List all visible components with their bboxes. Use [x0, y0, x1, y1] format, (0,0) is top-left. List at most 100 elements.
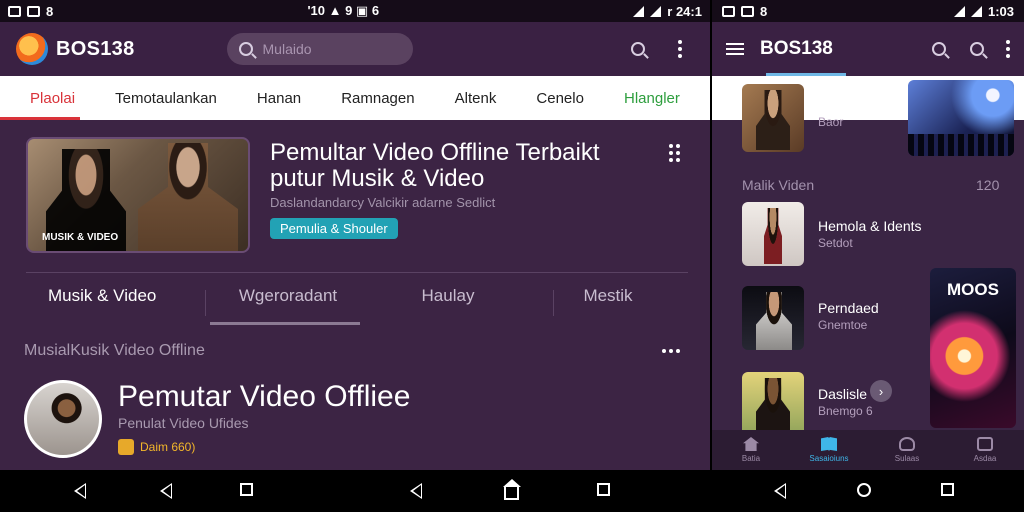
overflow-menu-button[interactable] [666, 35, 694, 63]
status-time: r 24:1 [667, 3, 702, 19]
status-left-number: 8 [46, 3, 54, 19]
divider [26, 272, 688, 273]
brand-name: BOS138 [56, 37, 135, 60]
list-item-subtitle: Bnemgo 6 [818, 404, 873, 418]
bottom-nav-video[interactable]: Asdaa [955, 437, 1015, 463]
search-button[interactable] [624, 35, 652, 63]
app-logo-icon [16, 33, 48, 65]
bottom-nav-library[interactable]: Sasaioiuns [799, 437, 859, 463]
bottom-nav-profile[interactable]: Sulaas [877, 437, 937, 463]
list-item-thumbnail[interactable] [742, 202, 804, 266]
tab-hlangler[interactable]: Hlangler [624, 90, 680, 107]
back-icon[interactable] [774, 483, 786, 499]
list-item-subtitle: Setdot [818, 236, 853, 250]
image-icon [722, 5, 735, 17]
card-icon [741, 5, 754, 17]
list-item-thumbnail[interactable] [742, 286, 804, 350]
grid-menu-icon[interactable] [669, 144, 680, 162]
list-item-thumbnail[interactable] [742, 372, 804, 436]
featured-thumbnail[interactable] [742, 84, 804, 152]
zoom-search-icon[interactable] [970, 42, 984, 56]
signal-icon [650, 5, 662, 17]
avatar[interactable] [24, 380, 102, 458]
badge-text: Daim 660) [140, 440, 196, 454]
category-tabs: Plaolai Temotaulankan Hanan Ramnagen Alt… [0, 76, 710, 120]
search-icon[interactable] [932, 42, 946, 56]
library-icon [821, 437, 837, 451]
back-icon[interactable] [74, 483, 86, 499]
home-icon[interactable] [857, 483, 871, 497]
wifi-icon [633, 5, 645, 17]
back-icon[interactable] [160, 483, 172, 499]
status-bar: 8 '10 ▲ 9 ▣ 6 r 24:1 [0, 0, 710, 22]
bottom-nav-home[interactable]: Batia [721, 437, 781, 463]
bottom-nav: Batia Sasaioiuns Sulaas Asdaa [712, 430, 1024, 470]
section-count: 120 [976, 177, 1000, 193]
recents-icon[interactable] [240, 483, 253, 496]
concert-banner[interactable] [908, 80, 1014, 156]
bottom-nav-label: Sulaas [894, 454, 920, 463]
poster-text: MOOS [947, 280, 999, 299]
tab-temotaulankan[interactable]: Temotaulankan [115, 90, 217, 107]
app-bar: BOS138 [712, 22, 1024, 76]
home-icon [743, 437, 759, 451]
video-icon [977, 437, 993, 451]
feature-thumbnail[interactable]: MUSIK & VIDEO [26, 137, 250, 253]
hero-subtitle: Daslandandarcy Valcikir adarne Sedlict [270, 195, 496, 210]
status-bar: 8 1:03 [712, 0, 1024, 22]
home-icon[interactable] [503, 479, 521, 500]
divider [205, 290, 206, 316]
search-placeholder: Mulaido [262, 41, 312, 57]
bottom-nav-label: Asdaa [973, 454, 997, 463]
right-screen: 8 1:03 BOS138 Deotutee Baor Malik Viden … [712, 0, 1024, 470]
active-tab-indicator [766, 73, 846, 76]
more-vert-icon[interactable] [1006, 40, 1010, 58]
menu-icon[interactable] [726, 43, 744, 55]
person-figure [138, 143, 238, 251]
subtab-haulay[interactable]: Haulay [368, 286, 528, 314]
subtab-indicator [210, 322, 360, 325]
search-icon [631, 42, 645, 56]
list-item-subtitle: Gnemtoe [818, 318, 868, 332]
back-icon[interactable] [410, 483, 422, 499]
promo-poster[interactable]: MOOS [930, 268, 1016, 428]
signal-icon [970, 5, 982, 17]
more-horiz-icon[interactable] [662, 349, 680, 353]
image-icon [8, 5, 21, 17]
bottom-nav-label: Sasaioiuns [809, 454, 849, 463]
wifi-icon [953, 5, 965, 17]
status-center-text: '10 ▲ 9 ▣ 6 [307, 3, 380, 18]
list-item-subtitle: Penulat Video Ufides [118, 415, 249, 431]
recents-icon[interactable] [941, 483, 954, 496]
app-bar: BOS138 Mulaido [0, 22, 710, 76]
system-nav-bar [0, 470, 1024, 512]
tab-hanan[interactable]: Hanan [257, 90, 301, 107]
sub-tabs: Musik & Video Wgeroradant Haulay Mestik [26, 286, 688, 314]
list-item-title[interactable]: Perndaed [818, 300, 879, 316]
hero-action-button[interactable]: Pemulia & Shouler [270, 218, 398, 239]
section-label: Malik Viden [742, 177, 815, 193]
status-left-number: 8 [760, 3, 768, 19]
tab-ramnagen[interactable]: Ramnagen [341, 90, 414, 107]
tab-altenk[interactable]: Altenk [455, 90, 497, 107]
active-tab-indicator [0, 117, 80, 120]
more-vert-icon [678, 40, 682, 58]
bottom-nav-label: Batia [741, 454, 761, 463]
subtab-wgeroradant[interactable]: Wgeroradant [208, 286, 368, 314]
recents-icon[interactable] [597, 483, 610, 496]
list-item-title[interactable]: Daslisle [818, 386, 867, 402]
subtab-musik-video[interactable]: Musik & Video [26, 286, 208, 314]
left-screen: 8 '10 ▲ 9 ▣ 6 r 24:1 BOS138 Mulaido Plao… [0, 0, 710, 470]
profile-icon [899, 437, 915, 451]
tab-plaolai[interactable]: Plaolai [30, 90, 75, 107]
tab-cenelo[interactable]: Cenelo [536, 90, 584, 107]
subtab-mestik[interactable]: Mestik [528, 286, 688, 314]
status-time: 1:03 [987, 3, 1014, 19]
featured-title[interactable]: Deotutee [818, 98, 875, 114]
chevron-right-icon[interactable]: › [870, 380, 892, 402]
search-input[interactable]: Mulaido [226, 33, 413, 65]
list-item-title[interactable]: Hemola & Idents [818, 218, 922, 234]
featured-subtitle: Baor [818, 115, 844, 129]
search-icon [238, 42, 253, 56]
list-item-title[interactable]: Pemutar Video Offliee [118, 380, 410, 414]
